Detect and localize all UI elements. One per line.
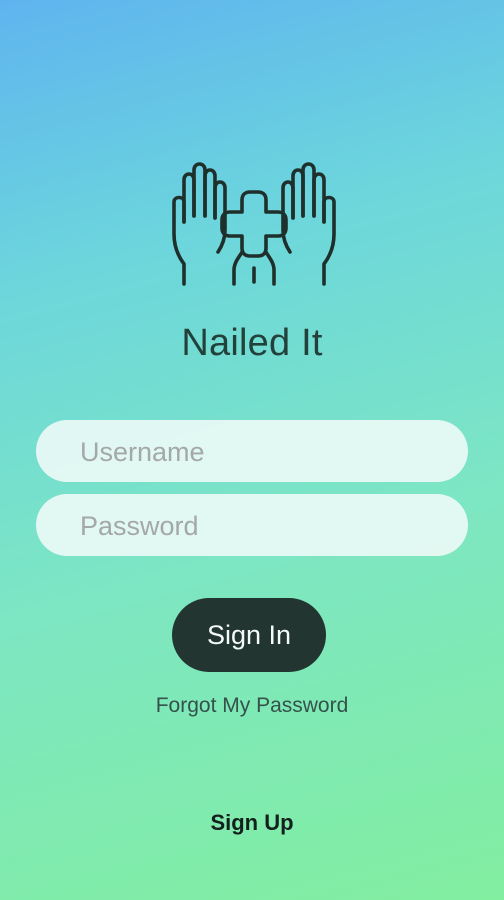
username-field[interactable] [36, 420, 468, 484]
app-logo [170, 160, 338, 290]
sign-up-link[interactable]: Sign Up [0, 810, 504, 836]
hands-medical-cross-icon [172, 162, 336, 286]
app-title: Nailed It [181, 322, 323, 364]
username-input[interactable] [78, 420, 450, 484]
forgot-password-link[interactable]: Forgot My Password [0, 694, 504, 718]
password-field[interactable] [36, 494, 468, 558]
password-input[interactable] [78, 494, 450, 558]
sign-in-button[interactable]: Sign In [172, 598, 326, 672]
